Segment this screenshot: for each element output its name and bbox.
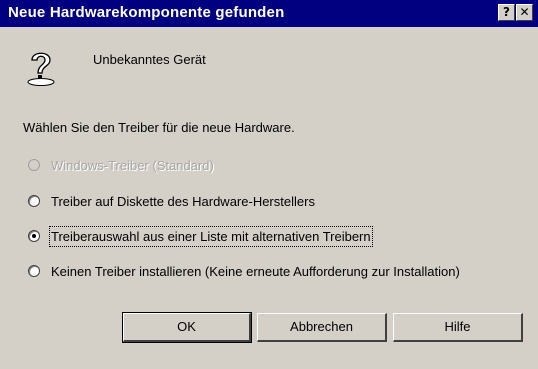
close-button[interactable]: ✕ bbox=[516, 4, 533, 21]
question-mark-icon bbox=[27, 52, 55, 86]
cancel-button[interactable]: Abbrechen bbox=[257, 313, 387, 342]
dialog-window: Neue Hardwarekomponente gefunden ? ✕ Unb… bbox=[0, 0, 538, 369]
title-bar[interactable]: Neue Hardwarekomponente gefunden ? ✕ bbox=[0, 0, 538, 27]
device-name: Unbekanntes Gerät bbox=[93, 52, 206, 67]
option-label: Treiberauswahl aus einer Liste mit alter… bbox=[49, 226, 373, 247]
option-label: Windows-Treiber (Standard) bbox=[51, 158, 214, 173]
radio-button[interactable] bbox=[28, 159, 40, 171]
prompt-text: Wählen Sie den Treiber für die neue Hard… bbox=[23, 120, 295, 135]
radio-button-selected[interactable] bbox=[28, 230, 40, 242]
radio-dot bbox=[32, 234, 36, 238]
radio-button[interactable] bbox=[28, 195, 40, 207]
help-button[interactable]: Hilfe bbox=[393, 313, 523, 342]
help-title-button[interactable]: ? bbox=[498, 4, 515, 21]
radio-button[interactable] bbox=[28, 265, 40, 277]
ok-button[interactable]: OK bbox=[122, 312, 252, 343]
option-label: Keinen Treiber installieren (Keine erneu… bbox=[51, 264, 460, 279]
window-title: Neue Hardwarekomponente gefunden bbox=[8, 4, 285, 21]
option-label: Treiber auf Diskette des Hardware-Herste… bbox=[51, 194, 315, 209]
